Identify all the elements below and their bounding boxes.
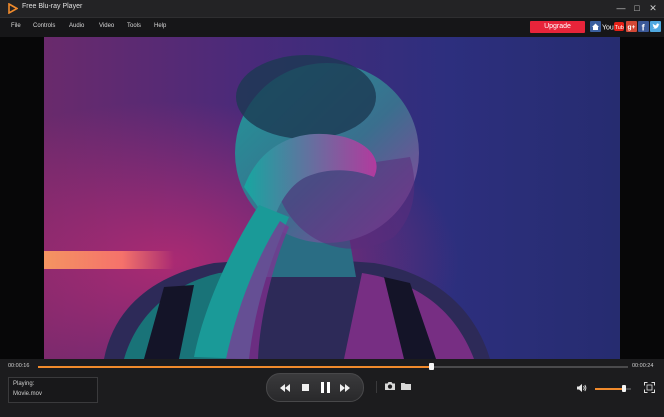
rewind-icon: [280, 383, 290, 392]
playing-label: Playing:: [13, 381, 35, 387]
rewind-button[interactable]: [275, 374, 295, 401]
youtube-text-you: You: [602, 25, 614, 32]
stop-icon: [301, 384, 309, 391]
stop-button[interactable]: [295, 374, 315, 401]
progress-handle[interactable]: [428, 363, 434, 370]
fullscreen-icon[interactable]: [644, 382, 655, 393]
menu-video[interactable]: Video: [99, 23, 114, 29]
menu-help[interactable]: Help: [154, 23, 166, 29]
menu-audio[interactable]: Audio: [69, 23, 84, 29]
google-plus-icon[interactable]: g+: [626, 21, 637, 32]
progress-bar[interactable]: [38, 363, 628, 370]
volume-slider[interactable]: [595, 385, 631, 392]
progress-fill: [38, 366, 431, 368]
now-playing-box: Playing: Movie.mov: [8, 377, 98, 403]
pause-button[interactable]: [315, 374, 335, 401]
file-name: Movie.mov: [13, 391, 43, 397]
maximize-button[interactable]: □: [630, 1, 644, 15]
folder-icon[interactable]: [400, 381, 412, 391]
current-time: 00:00:16: [8, 363, 30, 369]
menu-controls[interactable]: Controls: [33, 23, 55, 29]
facebook-icon[interactable]: f: [638, 21, 649, 32]
home-icon[interactable]: [590, 21, 601, 32]
divider: [376, 381, 377, 393]
volume-icon[interactable]: [576, 383, 587, 393]
google-plus-text: g+: [628, 24, 636, 31]
upgrade-button[interactable]: Upgrade: [530, 21, 585, 33]
app-title: Free Blu-ray Player: [22, 3, 83, 10]
close-button[interactable]: ✕: [646, 1, 660, 15]
video-frame: [44, 37, 620, 359]
youtube-icon[interactable]: You Tube: [602, 21, 624, 32]
twitter-icon[interactable]: [650, 21, 661, 32]
camera-icon[interactable]: [384, 381, 396, 391]
fast-forward-button[interactable]: [335, 374, 355, 401]
app-logo-icon: [8, 3, 18, 14]
pause-icon: [320, 382, 330, 393]
video-area[interactable]: [0, 37, 664, 359]
fast-forward-icon: [340, 383, 350, 392]
total-time: 00:00:24: [632, 363, 654, 369]
menu-file[interactable]: File: [11, 23, 21, 29]
minimize-button[interactable]: —: [614, 1, 628, 15]
menu-tools[interactable]: Tools: [127, 23, 141, 29]
title-bar: Free Blu-ray Player — □ ✕: [0, 0, 664, 18]
menu-bar: File Controls Audio Video Tools Help Upg…: [0, 18, 664, 37]
youtube-text-tube: Tube: [615, 25, 624, 31]
player-controls: 00:00:16 00:00:24 Playing: Movie.mov: [0, 359, 664, 417]
transport-controls: [266, 373, 364, 402]
volume-fill: [595, 388, 624, 390]
volume-handle[interactable]: [621, 385, 626, 392]
